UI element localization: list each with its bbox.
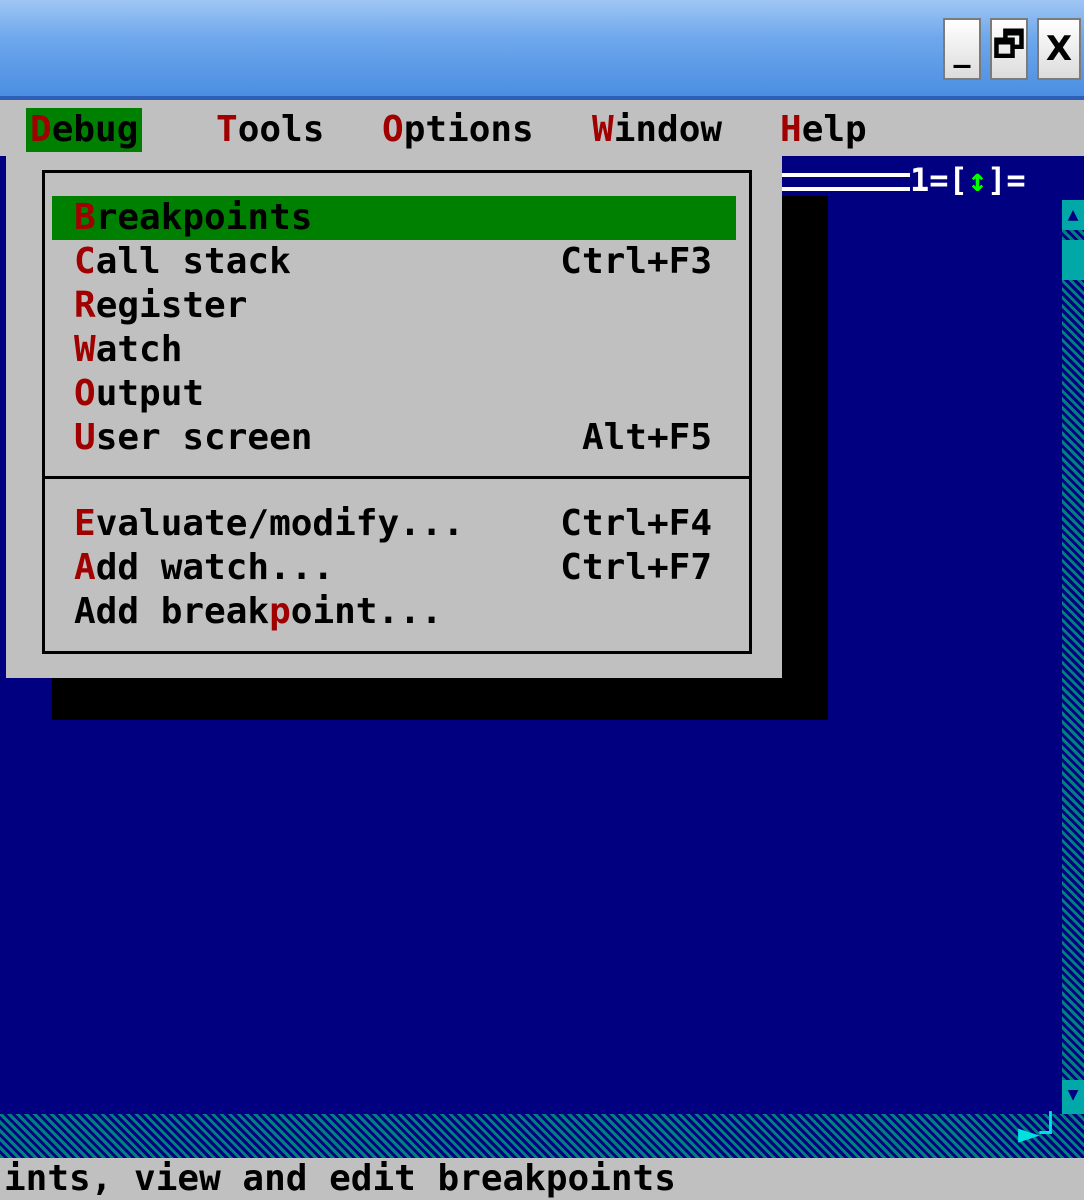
menu-item-evaluate-modify[interactable]: Evaluate/modify... Ctrl+F4: [52, 502, 736, 546]
menu-item-output[interactable]: Output: [52, 372, 736, 416]
minimize-icon: _: [953, 29, 971, 69]
restore-icon: 🗗: [993, 24, 1025, 65]
menu-window[interactable]: Window: [588, 108, 726, 152]
item-shortcut: Alt+F5: [581, 417, 712, 458]
status-bar: ints, view and edit breakpoints: [0, 1158, 1084, 1200]
menu-label: ptions: [403, 109, 534, 150]
menu-separator: [42, 476, 752, 479]
item-label: Add watch...: [74, 546, 334, 590]
label-hotkey: E: [74, 503, 96, 544]
label-hotkey: O: [74, 373, 96, 414]
label-post: dd watch...: [95, 547, 335, 588]
item-label: Watch: [74, 328, 182, 372]
menu-hotkey: O: [382, 109, 404, 150]
menu-item-watch[interactable]: Watch: [52, 328, 736, 372]
label-hotkey: A: [74, 547, 96, 588]
menu-bar: Debug Tools Options Window Help: [0, 100, 1084, 156]
item-label: Evaluate/modify...: [74, 502, 464, 546]
vertical-scrollbar[interactable]: [1062, 200, 1084, 1114]
menu-item-call-stack[interactable]: Call stack Ctrl+F3: [52, 240, 736, 284]
label-post: atch: [95, 329, 183, 370]
zoom-icon[interactable]: ↕: [968, 161, 987, 199]
restore-button[interactable]: 🗗: [990, 18, 1028, 80]
title-bar: _ 🗗 X: [0, 0, 1084, 100]
label-post: egister: [95, 285, 248, 326]
horizontal-scrollbar[interactable]: [0, 1114, 1084, 1158]
label-post: oint...: [290, 591, 443, 632]
label-hotkey: p: [269, 591, 291, 632]
label-post: all stack: [95, 241, 291, 282]
label-hotkey: C: [74, 241, 96, 282]
frame-line: [770, 173, 910, 191]
item-label: Call stack: [74, 240, 291, 284]
label-post: ser screen: [95, 417, 313, 458]
window-frame-title: 1=[↕]=: [770, 160, 1084, 200]
menu-help[interactable]: Help: [776, 108, 871, 152]
label-post: reakpoints: [95, 197, 313, 238]
item-label: Register: [74, 284, 247, 328]
menu-debug[interactable]: Debug: [26, 108, 143, 152]
scroll-down-icon[interactable]: ▼: [1062, 1080, 1084, 1114]
label-post: utput: [95, 373, 205, 414]
close-icon: X: [1045, 29, 1073, 69]
scroll-thumb[interactable]: [1062, 240, 1084, 280]
label-hotkey: W: [74, 329, 96, 370]
item-shortcut: Ctrl+F3: [560, 241, 712, 282]
menu-hotkey: W: [592, 109, 614, 150]
menu-label: indow: [613, 109, 723, 150]
menu-hotkey: H: [780, 109, 802, 150]
menu-hotkey: D: [30, 109, 52, 150]
item-label: Add breakpoint...: [74, 590, 442, 634]
item-shortcut: Ctrl+F4: [560, 503, 712, 544]
close-button[interactable]: X: [1037, 18, 1081, 80]
menu-item-user-screen[interactable]: User screen Alt+F5: [52, 416, 736, 460]
menu-options[interactable]: Options: [378, 108, 538, 152]
label-hotkey: R: [74, 285, 96, 326]
item-label: Breakpoints: [74, 196, 312, 240]
menu-item-add-breakpoint[interactable]: Add breakpoint...: [52, 590, 736, 634]
window-number: 1=[: [910, 161, 968, 199]
label-pre: Add break: [74, 591, 270, 632]
menu-label: ebug: [51, 109, 139, 150]
menu-item-add-watch[interactable]: Add watch... Ctrl+F7: [52, 546, 736, 590]
label-hotkey: B: [74, 197, 96, 238]
label-hotkey: U: [74, 417, 96, 458]
menu-item-breakpoints[interactable]: Breakpoints: [52, 196, 736, 240]
resize-corner-icon[interactable]: ►┘: [1018, 1110, 1084, 1158]
item-label: Output: [74, 372, 204, 416]
menu-label: elp: [801, 109, 867, 150]
item-label: User screen: [74, 416, 312, 460]
minimize-button[interactable]: _: [943, 18, 981, 80]
frame-end: ]=: [987, 161, 1026, 199]
scroll-up-icon[interactable]: ▲: [1062, 200, 1084, 230]
menu-label: ools: [237, 109, 325, 150]
menu-hotkey: T: [216, 109, 238, 150]
menu-tools[interactable]: Tools: [212, 108, 328, 152]
debug-dropdown-menu: Breakpoints Call stack Ctrl+F3 Register …: [6, 156, 782, 678]
label-post: valuate/modify...: [95, 503, 465, 544]
menu-item-register[interactable]: Register: [52, 284, 736, 328]
item-shortcut: Ctrl+F7: [560, 547, 712, 588]
